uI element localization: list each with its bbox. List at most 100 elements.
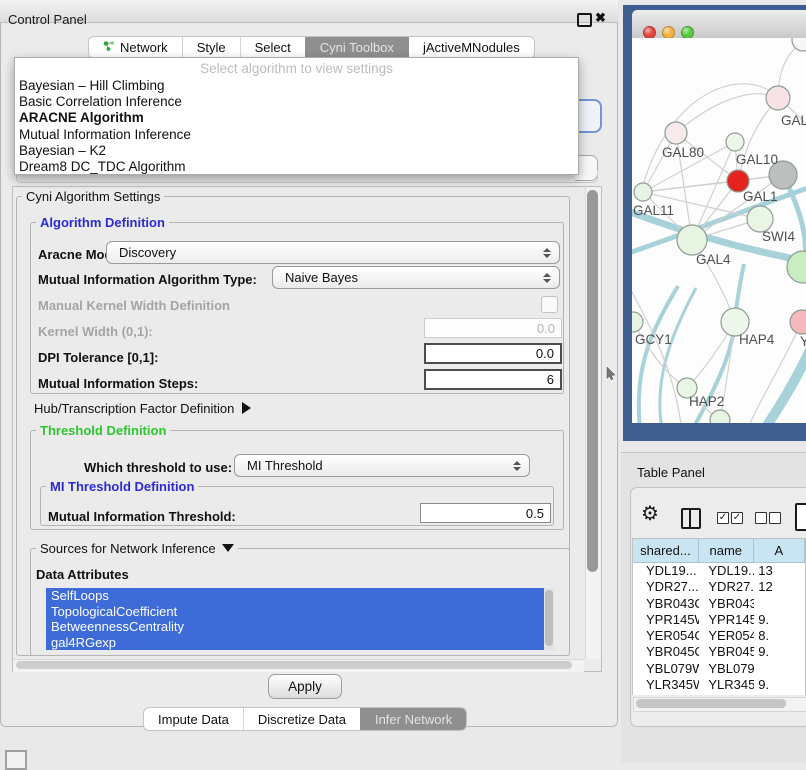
node-label: SWI4 [762,229,795,244]
tab-impute-data[interactable]: Impute Data [144,708,243,730]
network-window-titlebar[interactable] [632,10,806,39]
dpi-tolerance-label: DPI Tolerance [0,1]: [38,350,158,365]
checked-checkbox-icon[interactable]: ✓ [717,512,729,524]
apply-button[interactable]: Apply [268,674,342,699]
checked-checkbox-icon[interactable]: ✓ [731,512,743,524]
table-row[interactable]: YBR043CYBR043C [633,596,805,612]
threshold-group-label: Threshold Definition [36,424,170,437]
tab-label: Impute Data [158,712,229,727]
hub-definition-toggle[interactable]: Hub/Transcription Factor Definition [34,401,251,416]
algorithm-definition-group-label: Algorithm Definition [36,216,169,229]
dpi-tolerance-field[interactable] [424,343,562,364]
manual-kernel-checkbox[interactable] [541,296,558,313]
unchecked-checkbox-icon[interactable] [769,512,781,524]
network-node-gal80[interactable] [665,122,687,144]
column-header[interactable]: shared... [633,539,699,562]
close-icon[interactable]: ✖ [595,10,606,26]
mi-type-label: Mutual Information Algorithm Type: [38,272,257,287]
dropdown-item[interactable]: Basic Correlation Inference [15,94,578,110]
table-row[interactable]: YDR27...YDR27...12 [633,579,805,595]
mi-threshold-field[interactable] [420,503,551,523]
spinner-arrows-icon [542,273,551,283]
column-header[interactable]: name [699,539,754,562]
tab-cyni-toolbox[interactable]: Cyni Toolbox [305,37,408,58]
sources-group-toggle[interactable]: Sources for Network Inference [36,542,238,555]
tab-infer-network[interactable]: Infer Network [360,708,466,730]
dropdown-item[interactable]: Bayesian – K2 [15,143,578,159]
dropdown-item[interactable]: Bayesian – Hill Climbing [15,78,578,94]
tab-style[interactable]: Style [182,37,240,58]
dropdown-item[interactable]: Mutual Information Inference [15,127,578,143]
table-cell: YLR345W [699,677,754,693]
mi-steps-label: Mutual Information Steps: [38,376,198,391]
which-threshold-label: Which threshold to use: [84,460,232,475]
network-node[interactable] [710,410,730,423]
table-row[interactable]: YDL19...YDL19...13 [633,563,805,579]
attribute-list-item[interactable]: SelfLoops [46,588,554,604]
node-label: GAL4 [696,252,731,267]
mi-type-value: Naive Bayes [273,270,542,285]
tab-network[interactable]: Network [89,37,182,58]
which-threshold-select[interactable]: MI Threshold [234,454,530,477]
panel-title: Control Panel [8,12,87,27]
gear-icon[interactable]: ⚙ [641,504,659,524]
attributes-scrollbar-thumb[interactable] [545,590,553,646]
table-row[interactable]: YPR145WYPR145W9. [633,612,805,628]
table-cell: YBL079W [699,661,754,677]
table-cell [754,596,805,612]
tab-label: Select [255,40,291,55]
node-label: GCY1 [635,332,672,347]
top-tabs: NetworkStyle Select Cyni ToolboxjActiveMNo… [88,36,535,59]
network-node-gcy1[interactable] [632,312,643,332]
network-node-gal4[interactable] [677,225,707,255]
mi-threshold-label: Mutual Information Threshold: [48,509,236,524]
float-window-icon[interactable] [577,13,592,27]
node-label: HAP2 [689,394,724,409]
dropdown-item[interactable]: ARACNE Algorithm [15,110,578,126]
network-node-y[interactable] [790,310,806,334]
table-cell: YER054C [699,628,754,644]
table-cell: YPR145W [699,612,754,628]
tab-discretize-data[interactable]: Discretize Data [243,708,360,730]
table-row[interactable]: YBL079WYBL079W [633,661,805,677]
tab-select[interactable]: Select [240,37,305,58]
mi-threshold-group-label: MI Threshold Definition [46,480,198,493]
dropdown-prompt: Select algorithm to view settings [15,58,578,78]
split-columns-icon[interactable] [681,508,701,529]
table-hscrollbar-thumb[interactable] [636,699,786,708]
network-edge [676,94,778,133]
mi-steps-field[interactable] [424,369,562,390]
data-attributes-list: SelfLoopsTopologicalCoefficientBetweenne… [46,588,554,650]
vertical-scrollbar-thumb[interactable] [587,190,598,572]
horizontal-scrollbar-thumb[interactable] [16,661,572,669]
triangle-right-icon [242,402,251,414]
table-row[interactable]: YIL052CYIL052C9 [633,693,805,695]
node-label: GAL80 [662,145,704,160]
attribute-list-item[interactable]: gal4RGexp [46,635,554,651]
sources-group-label: Sources for Network Inference [40,541,216,556]
column-header[interactable]: A [754,539,805,562]
bottom-tabs: Impute Data Discretize DataInfer Network [143,707,467,731]
network-node-gal10[interactable] [726,133,744,151]
document-icon[interactable] [795,503,806,531]
table-row[interactable]: YBR045CYBR045C9. [633,644,805,660]
mi-type-select[interactable]: Naive Bayes [272,266,560,289]
minimized-panel-icon[interactable] [5,750,27,770]
kernel-width-field[interactable] [424,318,562,338]
aracne-mode-value: Discovery [107,245,542,260]
network-graph: GALGAL80GAL10GAL11GAL1GAL4SWI4GCY1HAP4YH… [632,38,806,423]
tab-jactivemnodules[interactable]: jActiveMNodules [408,37,534,58]
table-row[interactable]: YLR345WYLR345W9. [633,677,805,693]
table-row[interactable]: YER054CYER054C8. [633,628,805,644]
unchecked-checkbox-icon[interactable] [755,512,767,524]
aracne-mode-select[interactable]: Discovery [106,241,560,264]
table-cell: YPR145W [633,612,699,628]
node-label: GAL1 [743,189,778,204]
network-canvas[interactable]: GALGAL80GAL10GAL11GAL1GAL4SWI4GCY1HAP4YH… [632,38,806,423]
network-node-gal11[interactable] [634,183,652,201]
attribute-list-item[interactable]: BetweennessCentrality [46,619,554,635]
table-cell: YBR045C [699,644,754,660]
attribute-list-item[interactable]: TopologicalCoefficient [46,604,554,620]
dropdown-item[interactable]: Dream8 DC_TDC Algorithm [15,159,578,175]
network-node-gal[interactable] [766,86,790,110]
